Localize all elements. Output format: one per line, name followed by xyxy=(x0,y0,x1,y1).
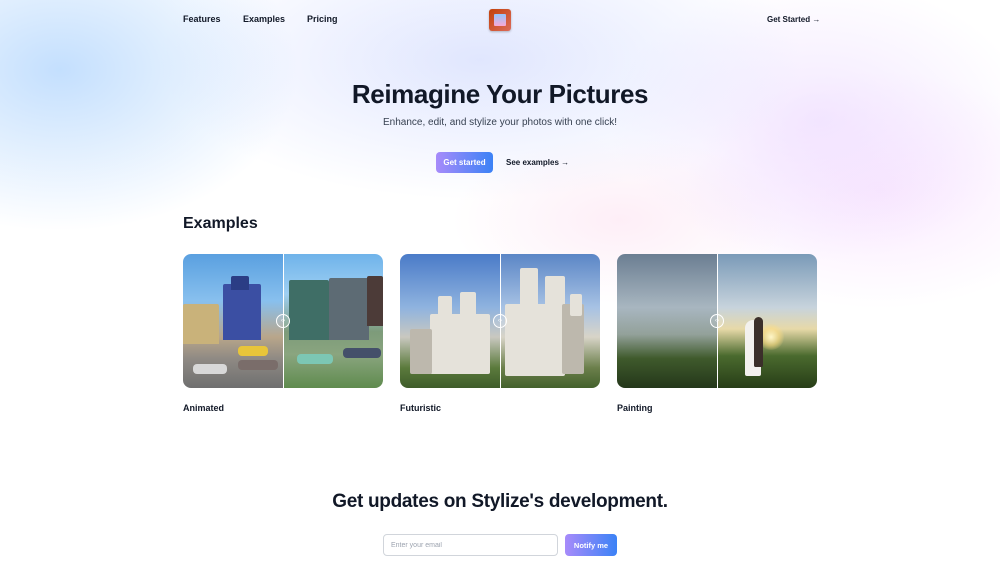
example-card-painting: ‹› Painting xyxy=(617,254,817,413)
before-image xyxy=(400,254,500,388)
before-after-slider[interactable]: ‹› xyxy=(183,254,383,388)
hero-subtitle: Enhance, edit, and stylize your photos w… xyxy=(382,117,618,128)
notify-me-button[interactable]: Notify me xyxy=(565,534,617,556)
get-started-button[interactable]: Get started xyxy=(436,152,493,173)
examples-section-title: Examples xyxy=(183,215,258,232)
before-image xyxy=(617,254,717,388)
after-image xyxy=(717,254,817,388)
hero-title: Reimagine Your Pictures xyxy=(351,79,649,109)
compare-arrows-icon[interactable]: ‹› xyxy=(276,314,290,328)
email-input[interactable] xyxy=(383,534,558,556)
example-card-futuristic: ‹› Futuristic xyxy=(400,254,600,413)
nav-link-examples[interactable]: Examples xyxy=(243,14,285,24)
newsletter-title: Get updates on Stylize's development. xyxy=(332,491,668,512)
compare-arrows-icon[interactable]: ‹› xyxy=(493,314,507,328)
example-card-animated: ‹› Animated xyxy=(183,254,383,413)
example-label-futuristic: Futuristic xyxy=(400,403,442,413)
nav-link-pricing[interactable]: Pricing xyxy=(307,14,338,24)
example-label-animated: Animated xyxy=(183,403,225,413)
after-image xyxy=(283,254,383,388)
groom-figure xyxy=(754,317,763,367)
nav-link-features[interactable]: Features xyxy=(183,14,221,24)
before-image xyxy=(183,254,283,388)
framed-picture-logo-icon[interactable] xyxy=(489,9,511,31)
see-examples-link[interactable]: See examples → xyxy=(506,158,569,167)
before-after-slider[interactable]: ‹› xyxy=(400,254,600,388)
nav-get-started-link[interactable]: Get Started → xyxy=(767,15,820,24)
compare-arrows-icon[interactable]: ‹› xyxy=(710,314,724,328)
before-after-slider[interactable]: ‹› xyxy=(617,254,817,388)
example-label-painting: Painting xyxy=(617,403,653,413)
after-image xyxy=(500,254,600,388)
top-nav: Features Examples Pricing Get Started → xyxy=(0,0,1000,40)
